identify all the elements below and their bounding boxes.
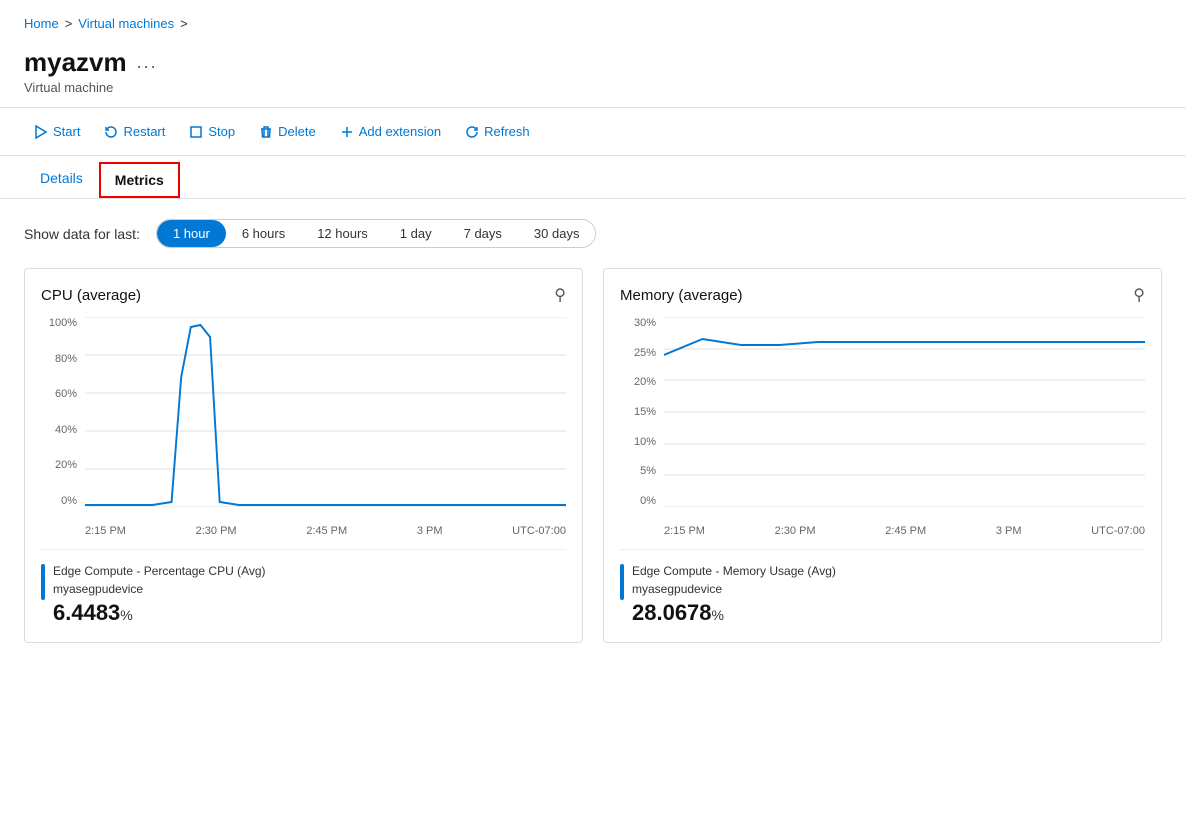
cpu-legend-name: Edge Compute - Percentage CPU (Avg)	[53, 562, 266, 580]
start-icon	[34, 125, 48, 139]
tabs: Details Metrics	[0, 160, 1186, 199]
time-period-selector: 1 hour 6 hours 12 hours 1 day 7 days 30 …	[156, 219, 597, 248]
time-pill-7days[interactable]: 7 days	[448, 220, 518, 247]
filter-label: Show data for last:	[24, 226, 140, 242]
refresh-button[interactable]: Refresh	[455, 118, 540, 145]
restart-icon	[104, 125, 118, 139]
memory-legend-bar	[620, 564, 624, 600]
memory-x-axis: 2:15 PM 2:30 PM 2:45 PM 3 PM UTC-07:00	[664, 525, 1145, 537]
refresh-icon	[465, 125, 479, 139]
cpu-x-axis: 2:15 PM 2:30 PM 2:45 PM 3 PM UTC-07:00	[85, 525, 566, 537]
memory-y-axis: 30% 25% 20% 15% 10% 5% 0%	[620, 317, 662, 507]
cpu-y-axis: 100% 80% 60% 40% 20% 0%	[41, 317, 83, 507]
breadcrumb-vms[interactable]: Virtual machines	[78, 16, 174, 31]
delete-button[interactable]: Delete	[249, 118, 326, 145]
time-pill-30days[interactable]: 30 days	[518, 220, 596, 247]
memory-pin-icon[interactable]: ⚲	[1133, 285, 1145, 305]
memory-chart-title: Memory (average)	[620, 287, 743, 304]
page-subtitle: Virtual machine	[24, 80, 1162, 95]
charts-row: CPU (average) ⚲ 100% 80% 60% 40% 20% 0%	[24, 268, 1162, 643]
memory-legend-device: myasegpudevice	[632, 580, 836, 598]
cpu-legend-device: myasegpudevice	[53, 580, 266, 598]
time-pill-1day[interactable]: 1 day	[384, 220, 448, 247]
page-title: myazvm	[24, 47, 127, 78]
memory-chart-card: Memory (average) ⚲ 30% 25% 20% 15% 10% 5…	[603, 268, 1162, 643]
cpu-chart-header: CPU (average) ⚲	[41, 285, 566, 305]
cpu-chart-legend: Edge Compute - Percentage CPU (Avg) myas…	[41, 549, 566, 626]
add-icon	[340, 125, 354, 139]
tab-metrics[interactable]: Metrics	[99, 162, 180, 198]
toolbar: Start Restart Stop Delete Add extension …	[0, 108, 1186, 156]
memory-chart-header: Memory (average) ⚲	[620, 285, 1145, 305]
add-extension-button[interactable]: Add extension	[330, 118, 451, 145]
restart-button[interactable]: Restart	[94, 118, 175, 145]
time-pill-1hour[interactable]: 1 hour	[157, 220, 226, 247]
time-pill-6hours[interactable]: 6 hours	[226, 220, 301, 247]
cpu-chart-plot	[85, 317, 566, 507]
cpu-chart-card: CPU (average) ⚲ 100% 80% 60% 40% 20% 0%	[24, 268, 583, 643]
delete-icon	[259, 125, 273, 139]
content-area: Show data for last: 1 hour 6 hours 12 ho…	[0, 199, 1186, 663]
page-header: myazvm ... Virtual machine	[0, 39, 1186, 108]
breadcrumb-sep1: >	[65, 16, 73, 31]
memory-legend-name: Edge Compute - Memory Usage (Avg)	[632, 562, 836, 580]
memory-chart-plot	[664, 317, 1145, 507]
breadcrumb-sep2: >	[180, 16, 188, 31]
time-pill-12hours[interactable]: 12 hours	[301, 220, 384, 247]
memory-chart-area: 30% 25% 20% 15% 10% 5% 0%	[620, 317, 1145, 537]
cpu-legend-value: 6.4483%	[53, 600, 266, 626]
tab-details[interactable]: Details	[24, 160, 99, 198]
cpu-pin-icon[interactable]: ⚲	[554, 285, 566, 305]
stop-icon	[189, 125, 203, 139]
filter-row: Show data for last: 1 hour 6 hours 12 ho…	[24, 219, 1162, 248]
memory-chart-legend: Edge Compute - Memory Usage (Avg) myaseg…	[620, 549, 1145, 626]
cpu-legend-bar	[41, 564, 45, 600]
stop-button[interactable]: Stop	[179, 118, 245, 145]
cpu-chart-title: CPU (average)	[41, 287, 141, 304]
start-button[interactable]: Start	[24, 118, 90, 145]
cpu-chart-area: 100% 80% 60% 40% 20% 0%	[41, 317, 566, 537]
breadcrumb-home[interactable]: Home	[24, 16, 59, 31]
more-options-button[interactable]: ...	[137, 52, 158, 73]
breadcrumb: Home > Virtual machines >	[0, 0, 1186, 39]
memory-legend-value: 28.0678%	[632, 600, 836, 626]
